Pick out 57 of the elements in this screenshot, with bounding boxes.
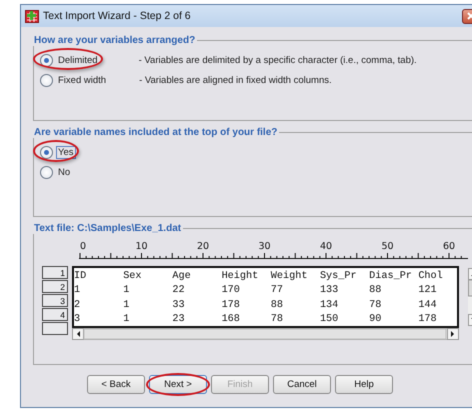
table-cell-text: 178 [418,314,438,326]
table-cell-text: 170 [222,285,241,296]
ruler-label: 30 [258,241,271,252]
table-cell-text: 1 [123,300,130,311]
row-number: 1 [42,266,68,279]
table-cell-text: Height [222,270,260,282]
option-label: Delimited [57,54,99,66]
table-cell-text: Weight [270,270,308,282]
table-cell-text: 1 [123,314,130,326]
table-cell-text: 121 [418,285,438,296]
table-cell-text: 2 [74,300,82,311]
table-cell-text: Sys_Pr [320,270,358,282]
wizard-button[interactable]: Help [335,375,393,394]
table-cell-text: 22 [172,285,186,296]
table-cell-text: 144 [418,300,438,311]
table-cell-text: 23 [172,314,186,326]
option-label: Yes [57,146,74,158]
table-cell-text: Age [172,270,192,282]
table-cell-text: 1 [74,285,82,296]
table-cell-text: 88 [270,300,284,311]
table-cell-text: Sex [123,270,143,282]
ruler-label: 50 [381,241,394,252]
wizard-button[interactable]: < Back [87,375,145,394]
table-cell-text: 77 [270,285,284,296]
table-cell-text: 78 [270,314,284,326]
table-cell-text: 88 [369,285,382,296]
table-cell-text: 78 [369,300,382,311]
ruler-label: 20 [196,241,210,252]
option-description: - Variables are aligned in fixed width columns. [139,74,332,86]
table-cell-text: 134 [320,300,340,311]
table-cell-text: 133 [320,285,340,296]
wizard-button[interactable]: Cancel [273,375,331,394]
table-cell-text: 90 [369,314,382,326]
group-title: Text file: C:\Samples\Exe_1.dat [33,223,182,234]
table-cell-text: Chol [418,270,444,282]
row-number: 2 [42,280,68,293]
ruler-label: 0 [80,241,86,252]
group-title: Are variable names included at the top of your file? [33,127,278,138]
row-number: 4 [42,308,68,321]
ruler-label: 60 [442,241,456,252]
table-cell-text: Dias_Pr [369,270,413,282]
group-title: How are your variables arranged? [33,35,196,46]
option-label: Fixed width [57,74,108,86]
table-cell-text: 1 [123,285,130,296]
window-title: Text Import Wizard - Step 2 of 6 [43,10,192,22]
option-label: No [57,166,72,178]
table-cell-text: 178 [222,300,241,311]
option-description: - Variables are delimited by a specific character (i.e., comma, tab). [138,54,417,66]
wizard-button[interactable]: Next > [149,375,207,394]
table-cell-text: ID [74,270,88,282]
table-cell-text: 150 [320,314,340,326]
ruler-label: 40 [320,241,332,252]
table-cell-text: 33 [172,300,186,311]
ruler-label: 10 [135,241,148,252]
table-cell-text: 3 [74,314,82,326]
table-cell-text: 168 [222,314,241,326]
row-number: 3 [42,294,68,307]
